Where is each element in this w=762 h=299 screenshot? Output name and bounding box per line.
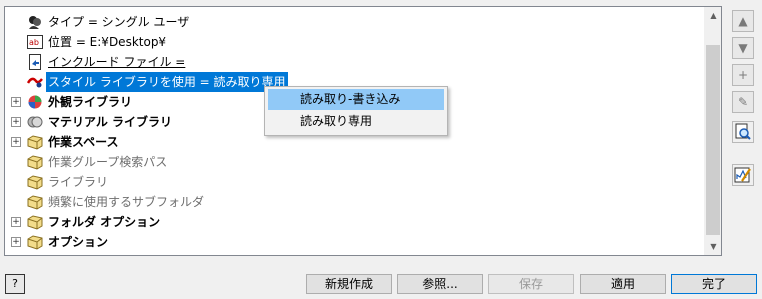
tree-row-label: オプション (48, 235, 109, 249)
edit-properties-icon (734, 167, 751, 183)
menu-item-read-only[interactable]: 読み取り専用 (268, 111, 444, 132)
move-up-button[interactable]: ▲ (732, 10, 754, 32)
edit-button[interactable]: ✎ (732, 91, 754, 113)
tree-row-label: インクルード ファイル = (48, 55, 186, 69)
done-button[interactable]: 完了 (671, 274, 757, 294)
scroll-down-icon[interactable]: ▼ (705, 238, 722, 255)
folder-icon (27, 215, 43, 230)
include-file-icon (29, 54, 41, 70)
tree-row-label: 作業スペース (48, 135, 119, 149)
properties-button[interactable] (732, 164, 754, 186)
menu-item-read-write[interactable]: 読み取り-書き込み (268, 89, 444, 110)
search-file-icon (735, 123, 751, 140)
folder-icon (27, 235, 43, 250)
material-library-icon (27, 116, 43, 128)
expand-toggle[interactable]: + (11, 117, 21, 127)
tree-row-label: 頻繁に使用するサブフォルダ (48, 195, 205, 209)
tree-row-label: 作業グループ検索パス (48, 155, 168, 169)
tree-row-label: フォルダ オプション (48, 215, 161, 229)
tree-row-label-selected: スタイル ライブラリを使用 = 読み取り専用 (46, 72, 288, 92)
appearance-library-icon (28, 95, 42, 109)
tree-row-label: ライブラリ (48, 175, 109, 189)
browse-button[interactable]: 参照... (397, 274, 483, 294)
expand-toggle[interactable]: + (11, 237, 21, 247)
save-button[interactable]: 保存 (488, 274, 574, 294)
folder-icon (27, 155, 43, 170)
scroll-up-icon[interactable]: ▲ (705, 7, 722, 24)
expand-toggle[interactable]: + (11, 137, 21, 147)
add-button[interactable]: + (732, 64, 754, 86)
apply-button[interactable]: 適用 (580, 274, 666, 294)
search-button[interactable] (732, 121, 754, 143)
folder-icon (27, 195, 43, 210)
move-down-button[interactable]: ▼ (732, 37, 754, 59)
help-button[interactable]: ? (5, 274, 25, 294)
tree-vertical-scrollbar[interactable]: ▲ ▼ (704, 7, 721, 255)
user-icon (29, 16, 41, 29)
folder-icon (27, 135, 43, 150)
tree-row-label: マテリアル ライブラリ (48, 115, 173, 129)
tree-row-label: 位置 = E:¥Desktop¥ (48, 35, 167, 49)
new-button[interactable]: 新規作成 (306, 274, 392, 294)
tree-row-label: タイプ = シングル ユーザ (48, 15, 190, 29)
svg-text:ab: ab (29, 38, 39, 47)
text-field-icon: ab (27, 35, 43, 49)
folder-icon (27, 175, 43, 190)
context-menu: 読み取り-書き込み 読み取り専用 (264, 86, 448, 136)
tree-row-label: 外観ライブラリ (48, 95, 133, 109)
expand-toggle[interactable]: + (11, 217, 21, 227)
scroll-thumb[interactable] (706, 45, 720, 235)
style-library-icon (27, 77, 43, 88)
expand-toggle[interactable]: + (11, 97, 21, 107)
